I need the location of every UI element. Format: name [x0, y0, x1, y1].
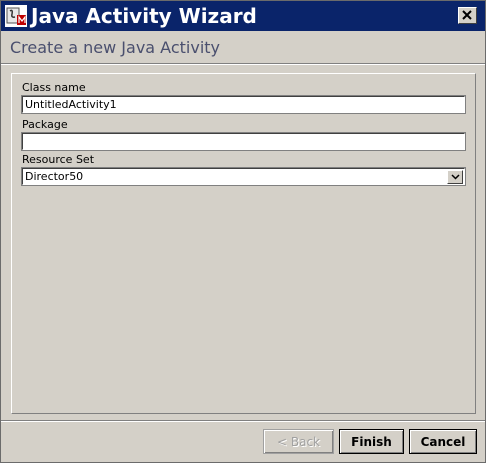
cancel-button[interactable]: Cancel: [409, 429, 477, 454]
resource-set-dropdown-button[interactable]: [447, 170, 463, 184]
wizard-content: [1, 65, 485, 420]
window-title: Java Activity Wizard: [31, 4, 257, 28]
close-button[interactable]: [458, 7, 477, 24]
class-name-input[interactable]: UntitledActivity1: [21, 95, 466, 114]
package-label: Package: [22, 118, 68, 131]
back-button[interactable]: < Back: [263, 429, 334, 454]
resource-set-value: Director50: [25, 170, 84, 183]
wizard-header: Create a new Java Activity: [1, 31, 485, 63]
form-panel: [11, 73, 476, 414]
button-bar: < Back Finish Cancel: [1, 422, 485, 462]
class-name-label: Class name: [22, 81, 86, 94]
resource-set-label: Resource Set: [22, 153, 95, 166]
page-heading: Create a new Java Activity: [10, 38, 221, 57]
close-icon: [462, 10, 472, 20]
finish-button[interactable]: Finish: [339, 429, 404, 454]
package-input[interactable]: [21, 132, 466, 151]
chevron-down-icon: [450, 174, 460, 180]
java-app-icon: [5, 5, 27, 27]
title-bar[interactable]: Java Activity Wizard: [1, 1, 485, 31]
resource-set-select[interactable]: Director50: [21, 167, 466, 186]
wizard-window: Java Activity Wizard Create a new Java A…: [0, 0, 486, 463]
